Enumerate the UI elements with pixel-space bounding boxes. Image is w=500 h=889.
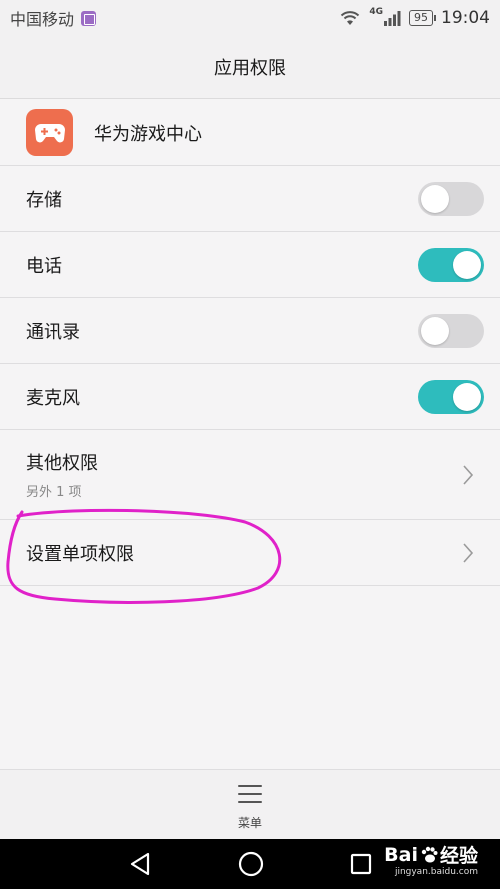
- single-permission-row[interactable]: 设置单项权限: [0, 520, 500, 586]
- baidu-paw-icon: [421, 846, 438, 862]
- app-name: 华为游戏中心: [94, 123, 202, 145]
- toggle-knob: [421, 184, 449, 213]
- single-permission-label: 设置单项权限: [26, 543, 134, 565]
- permission-row-contacts[interactable]: 通讯录: [0, 298, 500, 364]
- home-circle-icon: [238, 851, 264, 877]
- watermark-brand-b: 经验: [439, 845, 478, 867]
- back-button[interactable]: [124, 839, 156, 889]
- status-clock: 19:04: [441, 8, 490, 28]
- app-header-row: 华为游戏中心: [0, 100, 500, 166]
- microphone-toggle[interactable]: [418, 379, 484, 414]
- other-permissions-label: 其他权限: [26, 453, 98, 474]
- permission-label: 麦克风: [26, 387, 80, 409]
- permission-label: 存储: [26, 189, 62, 211]
- status-bar: 中国移动 4G 95 19:04: [0, 0, 500, 36]
- other-permissions-text: 其他权限 另外 1 项: [26, 449, 98, 500]
- watermark-url: jingyan.baidu.com: [394, 867, 478, 877]
- permission-list: 华为游戏中心 存储 电话 通讯录 麦克风 其他权限 另外 1 项 设置单项权限: [0, 100, 500, 586]
- permission-label: 电话: [26, 255, 62, 277]
- recents-button[interactable]: [346, 839, 376, 889]
- permission-row-phone[interactable]: 电话: [0, 232, 500, 298]
- battery-indicator: 95: [409, 10, 436, 26]
- carrier-name: 中国移动: [10, 10, 75, 29]
- permission-row-microphone[interactable]: 麦克风: [0, 364, 500, 430]
- toggle-knob: [421, 316, 449, 345]
- wifi-icon: [341, 11, 360, 25]
- status-indicators: 4G 95 19:04: [339, 7, 490, 28]
- permission-label: 通讯录: [26, 321, 80, 343]
- network-type: 4G: [369, 7, 383, 17]
- other-permissions-count: 另外 1 项: [26, 485, 82, 500]
- other-permissions-row[interactable]: 其他权限 另外 1 项: [0, 430, 500, 520]
- back-triangle-icon: [130, 852, 150, 876]
- gallery-notification-icon: [81, 10, 97, 26]
- title-bar: 应用权限: [0, 36, 500, 99]
- recents-square-icon: [350, 853, 372, 875]
- permission-row-storage[interactable]: 存储: [0, 166, 500, 232]
- chevron-right-icon: [456, 541, 480, 565]
- menu-label[interactable]: 菜单: [238, 814, 262, 831]
- system-nav-bar: Bai 经验 jingyan.baidu.com: [0, 839, 500, 889]
- signal-icon: [384, 11, 401, 26]
- watermark-brand-a: Bai: [384, 843, 418, 866]
- bottom-menu-bar: 菜单: [0, 769, 500, 839]
- page-title: 应用权限: [214, 58, 286, 79]
- menu-icon[interactable]: [238, 784, 262, 803]
- toggle-knob: [453, 250, 481, 279]
- home-button[interactable]: [235, 839, 267, 889]
- storage-toggle[interactable]: [418, 181, 484, 216]
- toggle-knob: [453, 382, 481, 411]
- phone-toggle[interactable]: [418, 247, 484, 282]
- baidu-watermark: Bai 经验 jingyan.baidu.com: [384, 841, 478, 878]
- gamepad-icon: [26, 109, 73, 156]
- chevron-right-icon: [456, 463, 480, 487]
- contacts-toggle[interactable]: [418, 313, 484, 348]
